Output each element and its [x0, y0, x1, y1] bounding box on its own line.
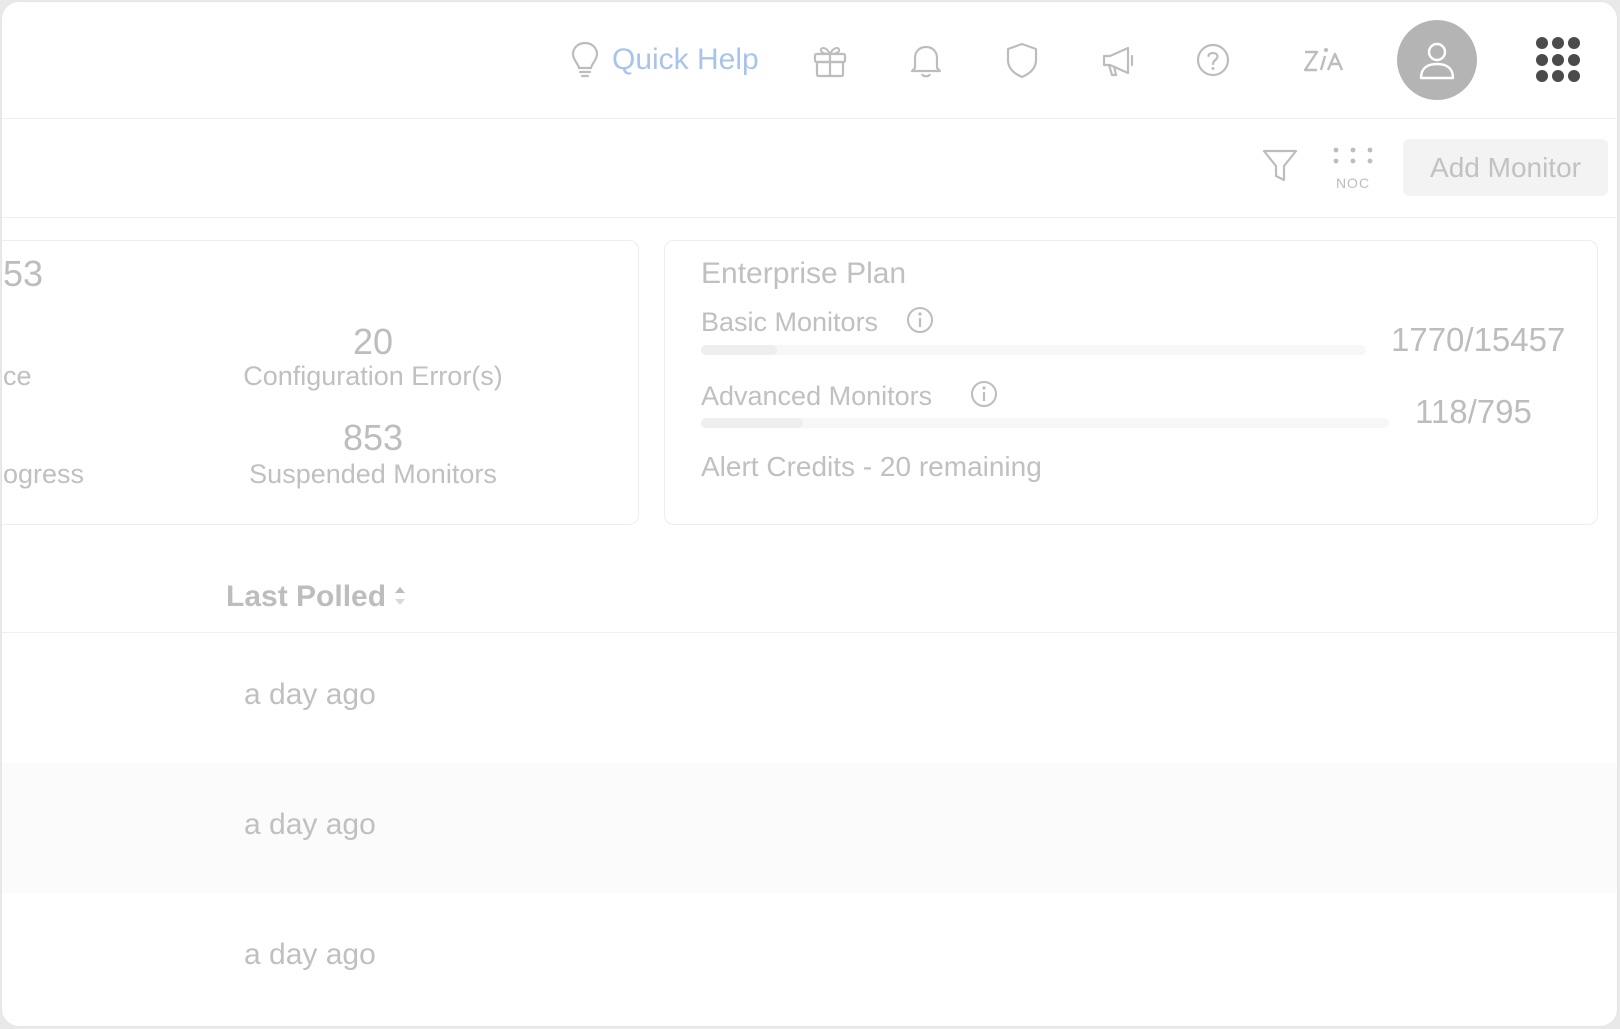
app-window: Quick Help NOC Add Monitor 53 ce ogress …	[1, 1, 1618, 1027]
basic-monitors-usage: 1770/15457	[1391, 321, 1566, 358]
last-polled-cell: a day ago	[244, 808, 376, 841]
user-avatar[interactable]	[1397, 20, 1477, 100]
top-bar: Quick Help	[2, 2, 1617, 119]
partial-stat-value: 53	[3, 253, 44, 294]
noc-grid-icon	[1333, 147, 1373, 164]
table-row[interactable]: a day ago	[2, 633, 1617, 763]
megaphone-icon[interactable]	[1096, 38, 1140, 82]
monitor-table-header: Last Polled	[2, 550, 1617, 633]
monitor-summary-card: 53 ce ogress 20 Configuration Error(s) 8…	[2, 240, 639, 525]
lightbulb-icon	[571, 41, 599, 78]
apps-grid-icon[interactable]	[1536, 37, 1582, 83]
help-icon[interactable]	[1191, 38, 1235, 82]
quick-help-label: Quick Help	[612, 43, 759, 76]
configuration-errors-count[interactable]: 20	[223, 321, 523, 363]
basic-monitors-bar	[701, 345, 1366, 355]
partial-stat-label-1: ce	[3, 361, 32, 391]
advanced-monitors-bar	[701, 418, 1389, 428]
advanced-monitors-bar-fill	[701, 418, 803, 428]
noc-label: NOC	[1335, 175, 1371, 191]
last-polled-cell: a day ago	[244, 678, 376, 711]
shield-icon[interactable]	[1000, 38, 1044, 82]
basic-monitors-info-icon[interactable]	[905, 305, 935, 335]
alert-credits-text: Alert Credits - 20 remaining	[701, 451, 1042, 482]
filter-icon[interactable]	[1260, 146, 1300, 186]
suspended-monitors-count[interactable]: 853	[223, 417, 523, 459]
plan-title: Enterprise Plan	[701, 257, 907, 290]
gift-icon[interactable]	[808, 38, 852, 82]
column-header-last-polled[interactable]: Last Polled	[226, 580, 408, 614]
basic-monitors-bar-fill	[701, 345, 778, 355]
zia-icon[interactable]	[1300, 38, 1348, 82]
quick-help-link[interactable]: Quick Help	[570, 38, 759, 82]
table-row[interactable]: a day ago	[2, 763, 1617, 893]
configuration-errors-label: Configuration Error(s)	[243, 361, 503, 391]
plan-usage-card: Enterprise Plan Basic Monitors 1770/1545…	[664, 240, 1598, 525]
user-icon	[1419, 42, 1455, 80]
advanced-monitors-label: Advanced Monitors	[701, 381, 933, 411]
partial-stat-label-2: ogress	[3, 459, 85, 489]
column-header-label: Last Polled	[226, 580, 387, 613]
noc-view-button[interactable]: NOC	[1332, 146, 1374, 191]
last-polled-cell: a day ago	[244, 938, 376, 971]
basic-monitors-label: Basic Monitors	[701, 307, 879, 337]
monitor-toolbar	[2, 119, 1617, 218]
bell-icon[interactable]	[904, 38, 948, 82]
add-monitor-button[interactable]: Add Monitor	[1403, 139, 1608, 196]
table-row[interactable]: a day ago	[2, 893, 1617, 1023]
advanced-monitors-usage: 118/795	[1415, 393, 1532, 430]
suspended-monitors-label: Suspended Monitors	[249, 459, 497, 489]
advanced-monitors-info-icon[interactable]	[969, 379, 999, 409]
sort-icon[interactable]	[392, 583, 408, 611]
